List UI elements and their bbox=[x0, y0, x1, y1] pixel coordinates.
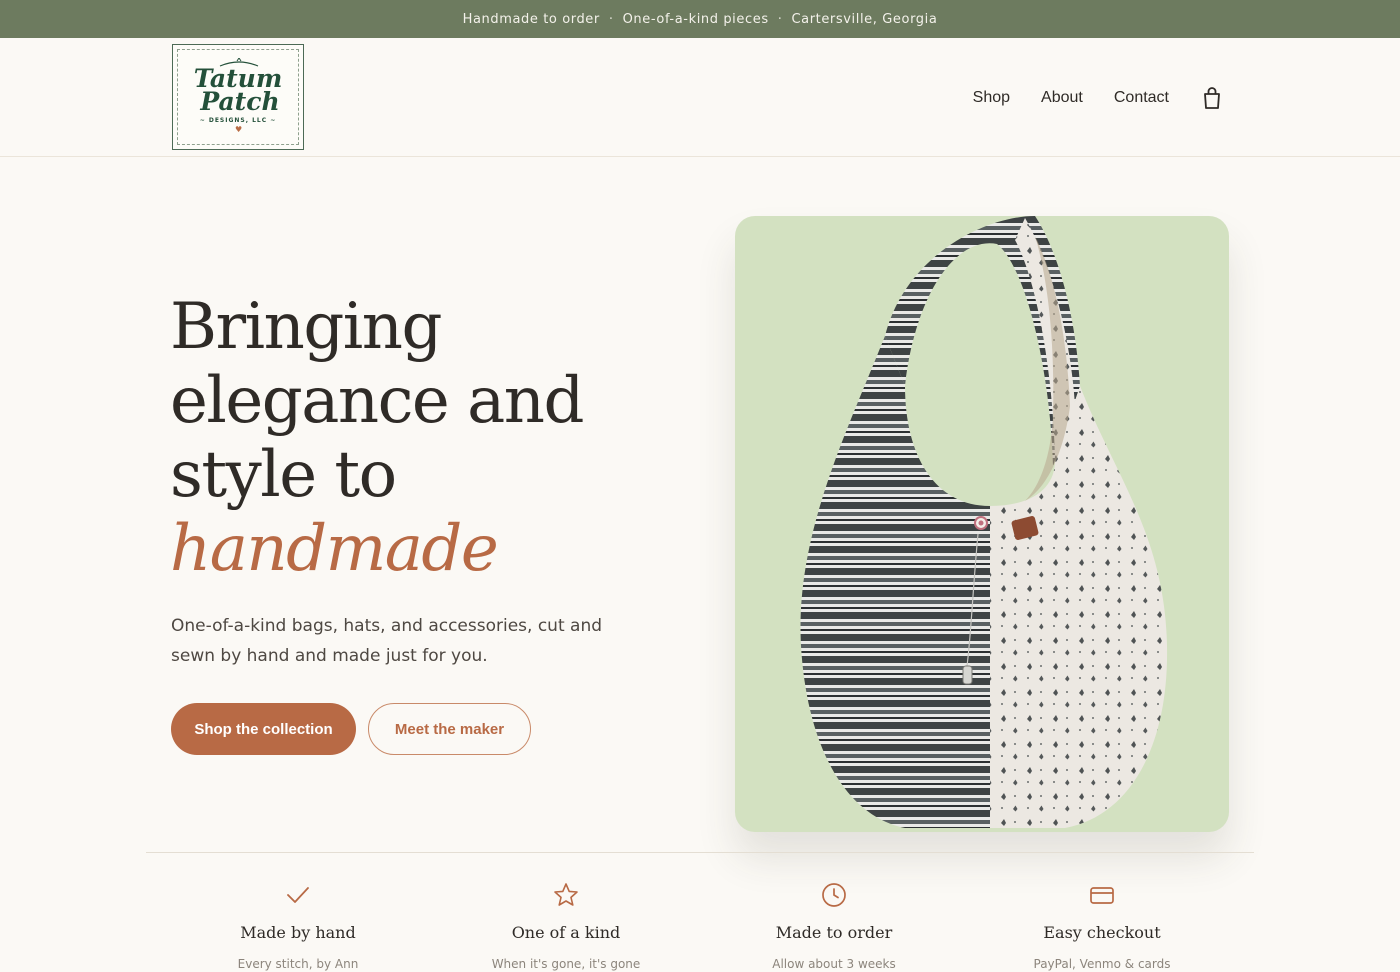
hero-subtitle: One-of-a-kind bags, hats, and accessorie… bbox=[171, 616, 603, 666]
logo-subline: ~ DESIGNS, LLC ~ bbox=[199, 117, 277, 124]
feature-title: Made to order bbox=[775, 923, 893, 942]
announcement-item: Handmade to order bbox=[462, 11, 600, 27]
hero-title: Bringing elegance and style to handmade bbox=[170, 290, 690, 586]
announcement-separator: · bbox=[608, 11, 614, 27]
check-icon bbox=[287, 887, 309, 903]
hero-title-line: style to bbox=[170, 438, 397, 512]
feature-title: Made by hand bbox=[240, 923, 356, 942]
shop-collection-button[interactable]: Shop the collection bbox=[171, 703, 356, 755]
announcement-bar: Handmade to order · One-of-a-kind pieces… bbox=[0, 0, 1400, 38]
feature-one-of-a-kind: One of a kind When it's gone, it's gone bbox=[456, 882, 676, 971]
credit-card-icon bbox=[1090, 887, 1114, 904]
nav-link-about[interactable]: About bbox=[1041, 89, 1083, 107]
hero-product-image[interactable] bbox=[735, 216, 1229, 832]
feature-title: Easy checkout bbox=[1043, 923, 1161, 942]
feature-made-to-order: Made to order Allow about 3 weeks bbox=[724, 882, 944, 971]
feature-easy-checkout: Easy checkout PayPal, Venmo & cards bbox=[992, 882, 1212, 971]
nav-link-shop[interactable]: Shop bbox=[973, 89, 1010, 107]
nav-link-contact[interactable]: Contact bbox=[1114, 89, 1169, 107]
site-header: Tatum Patch ~ DESIGNS, LLC ~ ♥ Shop Abou… bbox=[0, 38, 1400, 157]
hero-title-line: Bringing bbox=[170, 290, 442, 364]
feature-description: When it's gone, it's gone bbox=[491, 957, 641, 971]
main-nav: Shop About Contact bbox=[973, 86, 1222, 110]
star-icon bbox=[554, 883, 578, 906]
shopping-bag-icon[interactable] bbox=[1202, 86, 1222, 110]
feature-description: Every stitch, by Ann bbox=[237, 957, 359, 971]
hero-title-line: elegance and bbox=[170, 364, 584, 438]
logo-word-patch: Patch bbox=[200, 87, 280, 116]
announcement-item: One-of-a-kind pieces bbox=[622, 11, 769, 27]
section-divider bbox=[146, 852, 1254, 853]
meet-maker-button[interactable]: Meet the maker bbox=[368, 703, 531, 755]
announcement-item: Cartersville, Georgia bbox=[791, 11, 938, 27]
hero-title-accent: handmade bbox=[170, 512, 499, 586]
feature-description: Allow about 3 weeks bbox=[772, 957, 896, 971]
feature-title: One of a kind bbox=[511, 923, 621, 942]
clock-icon bbox=[822, 883, 846, 907]
feature-made-by-hand: Made by hand Every stitch, by Ann bbox=[188, 882, 408, 971]
announcement-separator: · bbox=[777, 11, 783, 27]
logo-heart-icon: ♥ bbox=[235, 125, 243, 134]
hobo-bag-illustration bbox=[800, 216, 1168, 828]
logo[interactable]: Tatum Patch ~ DESIGNS, LLC ~ ♥ bbox=[172, 44, 304, 150]
feature-description: PayPal, Venmo & cards bbox=[1033, 957, 1171, 971]
